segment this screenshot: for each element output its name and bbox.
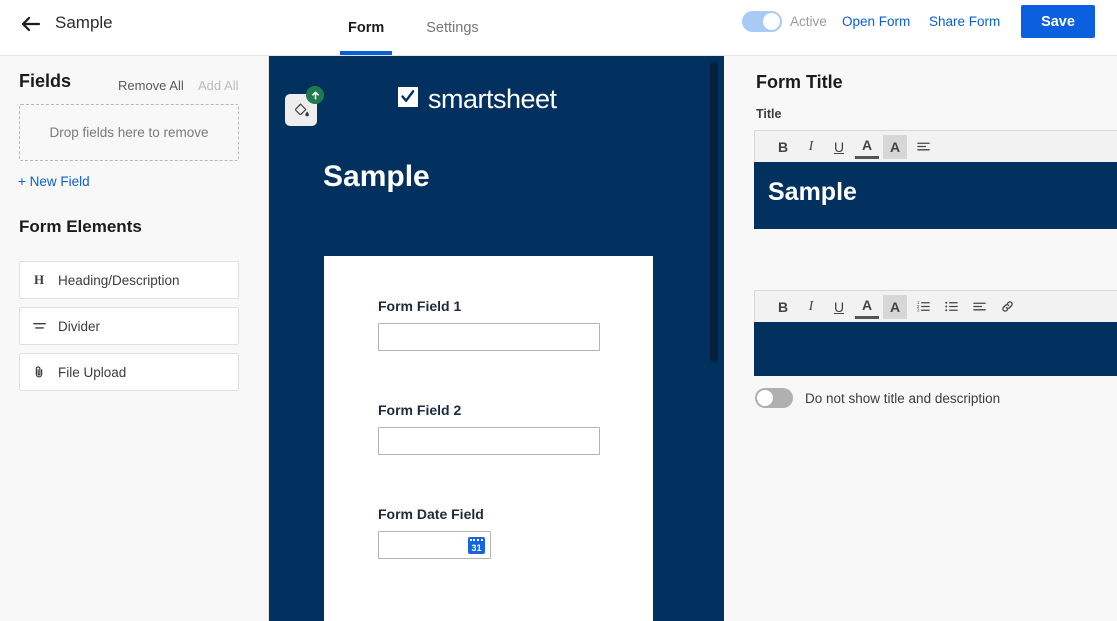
left-sidebar: Fields Remove All Add All Drop fields he… xyxy=(0,56,269,621)
bold-icon[interactable]: B xyxy=(771,135,795,159)
remove-all-button[interactable]: Remove All xyxy=(118,78,184,93)
form-element-heading-description[interactable]: H Heading/Description xyxy=(19,261,239,299)
description-editor-body[interactable] xyxy=(754,322,1117,376)
numbered-list-icon[interactable]: 1 2 3 xyxy=(911,295,935,319)
document-title: Sample xyxy=(55,11,113,35)
tab-settings[interactable]: Settings xyxy=(418,0,486,55)
date-input[interactable]: 31 xyxy=(378,531,491,559)
form-elements-list: H Heading/Description Divider File Uploa xyxy=(19,261,239,399)
preview-field-1: Form Field 1 xyxy=(378,298,600,351)
description-editor-toolbar: B I U A A 1 2 3 xyxy=(754,290,1117,322)
form-elements-heading: Form Elements xyxy=(19,217,142,237)
field-label: Form Field 2 xyxy=(378,402,600,418)
italic-icon[interactable]: I xyxy=(799,135,823,159)
form-element-label: Divider xyxy=(58,319,100,334)
smartsheet-brand: smartsheet xyxy=(397,84,557,115)
field-input[interactable] xyxy=(378,323,600,351)
svg-text:3: 3 xyxy=(916,308,919,313)
bold-icon[interactable]: B xyxy=(771,295,795,319)
new-field-button[interactable]: + New Field xyxy=(18,174,90,189)
italic-icon[interactable]: I xyxy=(799,295,823,319)
tab-form[interactable]: Form xyxy=(340,0,392,55)
right-properties-panel: Form Title Title B I U A A Sample Descri… xyxy=(724,56,1117,621)
top-bar: Sample Form Settings Active Open Form Sh… xyxy=(0,0,1117,56)
title-editor-body[interactable]: Sample xyxy=(754,162,1117,229)
calendar-icon[interactable]: 31 xyxy=(468,537,485,554)
field-label: Form Date Field xyxy=(378,506,491,522)
fields-heading: Fields xyxy=(19,71,71,92)
underline-icon[interactable]: U xyxy=(827,295,851,319)
form-preview: smartsheet Sample Form Field 1 Form Fiel… xyxy=(269,56,724,621)
dropzone-label: Drop fields here to remove xyxy=(49,125,208,140)
underline-icon[interactable]: U xyxy=(827,135,851,159)
form-element-label: Heading/Description xyxy=(58,273,180,288)
align-icon[interactable] xyxy=(967,295,991,319)
form-element-divider[interactable]: Divider xyxy=(19,307,239,345)
paperclip-icon xyxy=(20,365,58,379)
preview-form-title: Sample xyxy=(323,160,430,194)
align-icon[interactable] xyxy=(911,135,935,159)
form-element-file-upload[interactable]: File Upload xyxy=(19,353,239,391)
bulleted-list-icon[interactable] xyxy=(939,295,963,319)
description-editor: B I U A A 1 2 3 xyxy=(754,290,1117,376)
hide-title-description-row: Do not show title and description xyxy=(755,388,1000,408)
form-builder-app: Sample Form Settings Active Open Form Sh… xyxy=(0,0,1117,621)
preview-field-date: Form Date Field 31 xyxy=(378,506,491,559)
title-value: Sample xyxy=(754,162,1117,207)
open-form-link[interactable]: Open Form xyxy=(842,14,910,29)
highlight-color-icon[interactable]: A xyxy=(883,135,907,159)
add-all-button: Add All xyxy=(198,78,238,93)
hide-title-description-toggle[interactable] xyxy=(755,388,793,408)
field-input[interactable] xyxy=(378,427,600,455)
field-label: Form Field 1 xyxy=(378,298,600,314)
highlight-color-icon[interactable]: A xyxy=(883,295,907,319)
text-color-icon[interactable]: A xyxy=(855,135,879,159)
title-editor-toolbar: B I U A A xyxy=(754,130,1117,162)
divider-icon xyxy=(20,319,58,334)
preview-field-2: Form Field 2 xyxy=(378,402,600,455)
panel-heading: Form Title xyxy=(756,72,843,93)
active-toggle[interactable] xyxy=(742,11,782,32)
save-button[interactable]: Save xyxy=(1021,5,1095,38)
form-card: Form Field 1 Form Field 2 Form Date Fiel… xyxy=(324,256,653,621)
title-field-label: Title xyxy=(756,107,781,121)
hide-title-description-label: Do not show title and description xyxy=(805,391,1000,406)
upload-arrow-icon[interactable] xyxy=(306,86,324,104)
link-icon[interactable] xyxy=(995,295,1019,319)
share-form-link[interactable]: Share Form xyxy=(929,14,1000,29)
field-dropzone[interactable]: Drop fields here to remove xyxy=(19,104,239,161)
tab-bar: Form Settings xyxy=(340,0,487,55)
active-toggle-label: Active xyxy=(790,14,827,29)
heading-icon: H xyxy=(20,272,58,288)
smartsheet-checkbox-logo xyxy=(397,86,419,113)
back-arrow-icon[interactable] xyxy=(19,12,43,36)
title-editor: B I U A A Sample xyxy=(754,130,1117,229)
form-element-label: File Upload xyxy=(58,365,126,380)
text-color-icon[interactable]: A xyxy=(855,295,879,319)
brand-name: smartsheet xyxy=(428,84,557,115)
preview-scrollbar[interactable] xyxy=(710,62,718,362)
